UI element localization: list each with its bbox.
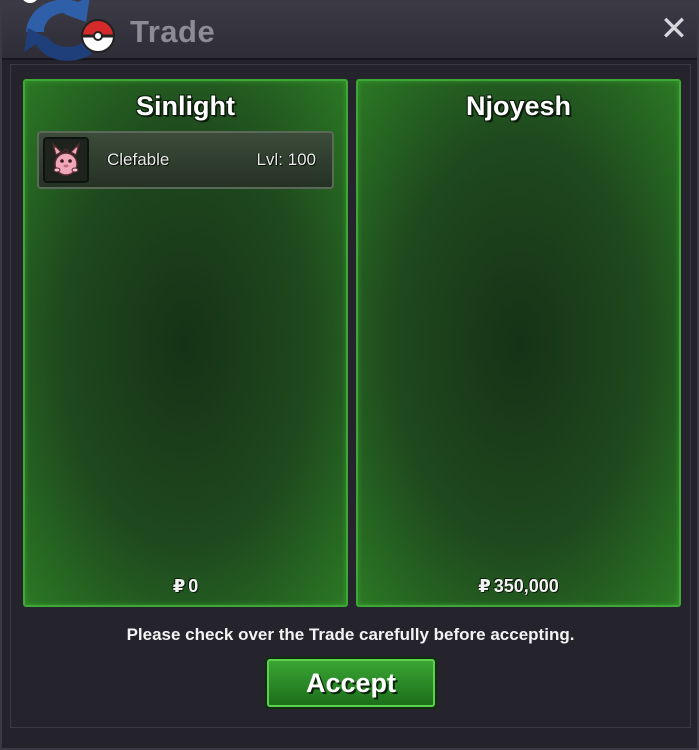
trade-body: Sinlight Clefable Lvl: 100 ₽ 0 Njoyesh ₽… xyxy=(10,64,691,728)
pokemon-slot[interactable]: Clefable Lvl: 100 xyxy=(37,131,334,189)
currency-symbol: ₽ xyxy=(172,576,186,596)
money-offer-partner: ₽350,000 xyxy=(358,576,679,597)
accept-button[interactable]: Accept xyxy=(267,659,435,707)
player-name-partner: Njoyesh xyxy=(465,91,572,121)
player-name-self: Sinlight xyxy=(136,91,235,121)
close-icon[interactable]: ✕ xyxy=(657,12,691,46)
currency-symbol: ₽ xyxy=(478,576,491,596)
pokemon-level: Lvl: 100 xyxy=(256,150,316,169)
money-amount-partner: 350,000 xyxy=(493,576,559,596)
money-offer-self: ₽0 xyxy=(25,576,346,597)
trade-panel-self: Sinlight Clefable Lvl: 100 ₽ 0 xyxy=(23,79,348,607)
pokemon-name: Clefable xyxy=(107,150,170,169)
pokeball-logo-icon xyxy=(16,0,120,68)
trade-window: Trade ✕ Sinlight Clefable Lvl: 100 ₽ 0 N… xyxy=(0,0,699,750)
trade-panel-partner: Njoyesh ₽350,000 xyxy=(356,79,681,607)
money-amount-self: 0 xyxy=(188,576,199,596)
clefable-sprite-icon xyxy=(43,137,89,183)
window-title: Trade xyxy=(130,14,216,49)
title-bar[interactable]: Trade ✕ xyxy=(2,0,697,61)
trade-notice: Please check over the Trade carefully be… xyxy=(126,625,575,644)
